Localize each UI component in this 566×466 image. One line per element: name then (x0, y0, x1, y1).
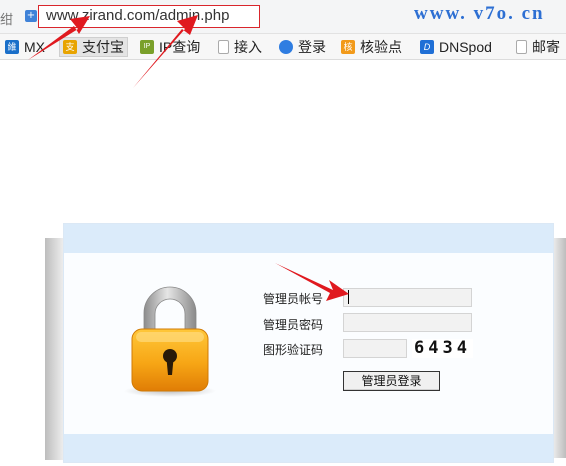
bookmark-check-point[interactable]: 核 核验点 (341, 38, 402, 56)
admin-login-button[interactable]: 管理员登录 (343, 371, 440, 391)
browser-window: 绀 + www.zirand.com/admin.php www. v7o. c… (0, 0, 566, 466)
url-text: www.zirand.com/admin.php (46, 7, 230, 24)
bookmark-alipay[interactable]: 支 支付宝 (59, 37, 128, 57)
bookmark-ip-lookup[interactable]: IP IP查询 (140, 38, 200, 56)
bookmark-label: IP查询 (159, 39, 201, 55)
bookmark-label: MX (24, 39, 45, 55)
watermark: www. v7o. cn (414, 3, 545, 24)
password-label: 管理员密码 (263, 318, 324, 332)
bookmark-label: 核验点 (360, 39, 402, 55)
padlock-icon (124, 286, 216, 397)
bookmark-label: 登录 (298, 39, 326, 55)
back-icon[interactable]: 绀 (0, 9, 13, 28)
bookmark-label: 邮寄 (532, 39, 560, 55)
username-label: 管理员帐号 (263, 292, 324, 306)
password-input[interactable] (343, 313, 472, 332)
check-icon: 核 (341, 40, 355, 54)
login-panel-header (64, 224, 553, 253)
page-icon (516, 40, 527, 54)
captcha-input[interactable] (343, 339, 407, 358)
dnspod-icon: D (420, 40, 434, 54)
bookmark-label: DNSpod (439, 39, 492, 55)
text-cursor (348, 290, 349, 304)
cloud-icon (279, 40, 293, 54)
bookmark-label: 接入 (234, 39, 262, 55)
bookmarks-bar: 維 MX 支 支付宝 IP IP查询 接入 登录 核 核验点 D DNSpod (0, 34, 566, 60)
page-icon (218, 40, 229, 54)
captcha-label: 图形验证码 (263, 343, 324, 357)
bookmark-access[interactable]: 接入 (218, 38, 262, 56)
address-bar: 绀 + www.zirand.com/admin.php www. v7o. c… (0, 0, 566, 34)
username-input[interactable] (343, 288, 472, 307)
login-panel-footer (64, 434, 553, 462)
site-shield-icon: + (25, 10, 37, 22)
alipay-icon: 支 (63, 40, 77, 54)
bookmark-mx[interactable]: 維 MX (5, 38, 45, 56)
bookmark-mail[interactable]: 邮寄 (516, 38, 560, 56)
captcha-image[interactable]: 6434 (412, 339, 473, 358)
bookmark-label: 支付宝 (82, 39, 124, 55)
mx-icon: 維 (5, 40, 19, 54)
bookmark-dnspod[interactable]: D DNSpod (420, 38, 492, 56)
url-field[interactable]: www.zirand.com/admin.php (46, 7, 229, 24)
ip-icon: IP (140, 40, 154, 54)
bookmark-login[interactable]: 登录 (279, 38, 326, 56)
